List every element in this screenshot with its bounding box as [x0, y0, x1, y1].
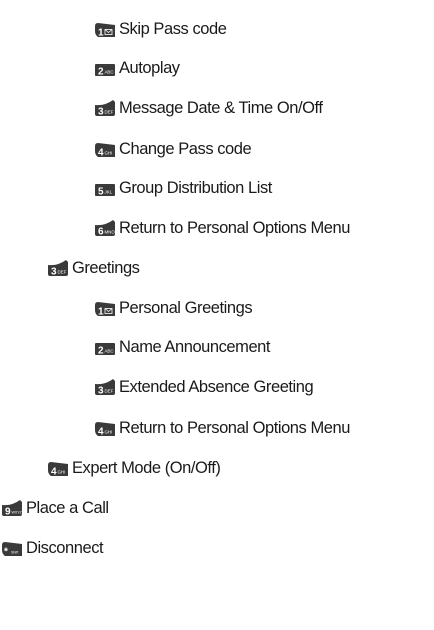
menu-item-label: Return to Personal Options Menu [119, 218, 350, 237]
key-letters: WXYZ [12, 511, 23, 515]
key-letters: ABC [105, 70, 114, 75]
key-letters: JKL [105, 190, 113, 195]
menu-item-label: Name Announcement [119, 337, 271, 356]
menu-item-label: Autoplay [119, 58, 180, 77]
menu-item-label: Group Distribution List [119, 178, 272, 197]
menu-item-label: Message Date & Time On/Off [119, 98, 323, 117]
keypad-6-key-icon: 6 MNO [95, 220, 115, 236]
menu-item: 3 DEF Greetings [48, 257, 140, 279]
key-digit: 3 [98, 386, 104, 396]
menu-item: 3 DEF Message Date & Time On/Off [95, 97, 323, 119]
menu-item: 1 Personal Greetings [95, 297, 253, 319]
key-digit: 4 [51, 467, 57, 477]
key-digit: 4 [98, 427, 104, 437]
key-letters: GHI [58, 470, 66, 475]
keypad-3-key-icon: 3 DEF [95, 379, 115, 395]
menu-item-label: Disconnect [26, 538, 104, 557]
menu-item: 4 GHI Expert Mode (On/Off) [48, 457, 221, 479]
menu-item: 6 MNO Return to Personal Options Menu [95, 217, 350, 239]
keypad-2-key-icon: 2 ABC [95, 343, 115, 356]
key-digit: 3 [98, 107, 104, 117]
key-digit: 3 [51, 267, 57, 277]
menu-item-label: Skip Pass code [119, 19, 227, 38]
key-letters: DEF [105, 110, 114, 115]
keypad-9-key-icon: 9 WXYZ [2, 500, 22, 516]
keypad-4-key-icon: 4 GHI [95, 143, 115, 158]
menu-item: 3 DEF Extended Absence Greeting [95, 376, 314, 398]
menu-item: 2 ABC Autoplay [95, 57, 180, 79]
key-letters: DEF [105, 389, 114, 394]
menu-item-label: Greetings [72, 258, 140, 277]
menu-item-label: Change Pass code [119, 139, 252, 158]
key-digit: 2 [98, 346, 104, 356]
key-letters: DEF [58, 270, 67, 275]
key-digit: 5 [98, 187, 104, 197]
key-digit: 4 [98, 148, 104, 158]
key-digit: 9 [5, 507, 11, 517]
keypad-4-key-icon: 4 GHI [48, 462, 68, 477]
menu-item: 4 GHI Return to Personal Options Menu [95, 417, 350, 439]
key-letters: ABC [105, 349, 114, 354]
menu-item: 2 ABC Name Announcement [95, 336, 270, 358]
menu-item-label: Expert Mode (On/Off) [72, 458, 221, 477]
keypad-star-key-icon: * Shift [2, 542, 22, 557]
menu-item-label: Personal Greetings [119, 298, 253, 317]
key-digit: 1 [98, 28, 104, 38]
menu-item-label: Place a Call [26, 498, 109, 517]
keypad-1-key-icon: 1 [95, 23, 115, 38]
menu-item: * Shift Disconnect [2, 537, 104, 559]
menu-item: 4 GHI Change Pass code [95, 138, 252, 160]
key-digit: 1 [98, 307, 104, 317]
keypad-3-key-icon: 3 DEF [48, 260, 68, 276]
key-letters: Shift [11, 551, 18, 555]
key-letters: GHI [105, 430, 113, 435]
menu-item: 9 WXYZ Place a Call [2, 497, 109, 519]
key-letters: GHI [105, 151, 113, 156]
keypad-2-key-icon: 2 ABC [95, 64, 115, 77]
keypad-4-key-icon: 4 GHI [95, 422, 115, 437]
menu-item-label: Extended Absence Greeting [119, 377, 314, 396]
key-digit: 6 [98, 227, 104, 237]
keypad-5-key-icon: 5 JKL [95, 184, 115, 197]
key-letters: MNO [105, 230, 116, 235]
menu-item-label: Return to Personal Options Menu [119, 418, 350, 437]
menu-item: 1 Skip Pass code [95, 18, 227, 40]
key-digit: 2 [98, 67, 104, 77]
key-digit: * [4, 547, 8, 557]
keypad-1-key-icon: 1 [95, 302, 115, 317]
keypad-3-key-icon: 3 DEF [95, 100, 115, 116]
menu-item: 5 JKL Group Distribution List [95, 177, 272, 199]
